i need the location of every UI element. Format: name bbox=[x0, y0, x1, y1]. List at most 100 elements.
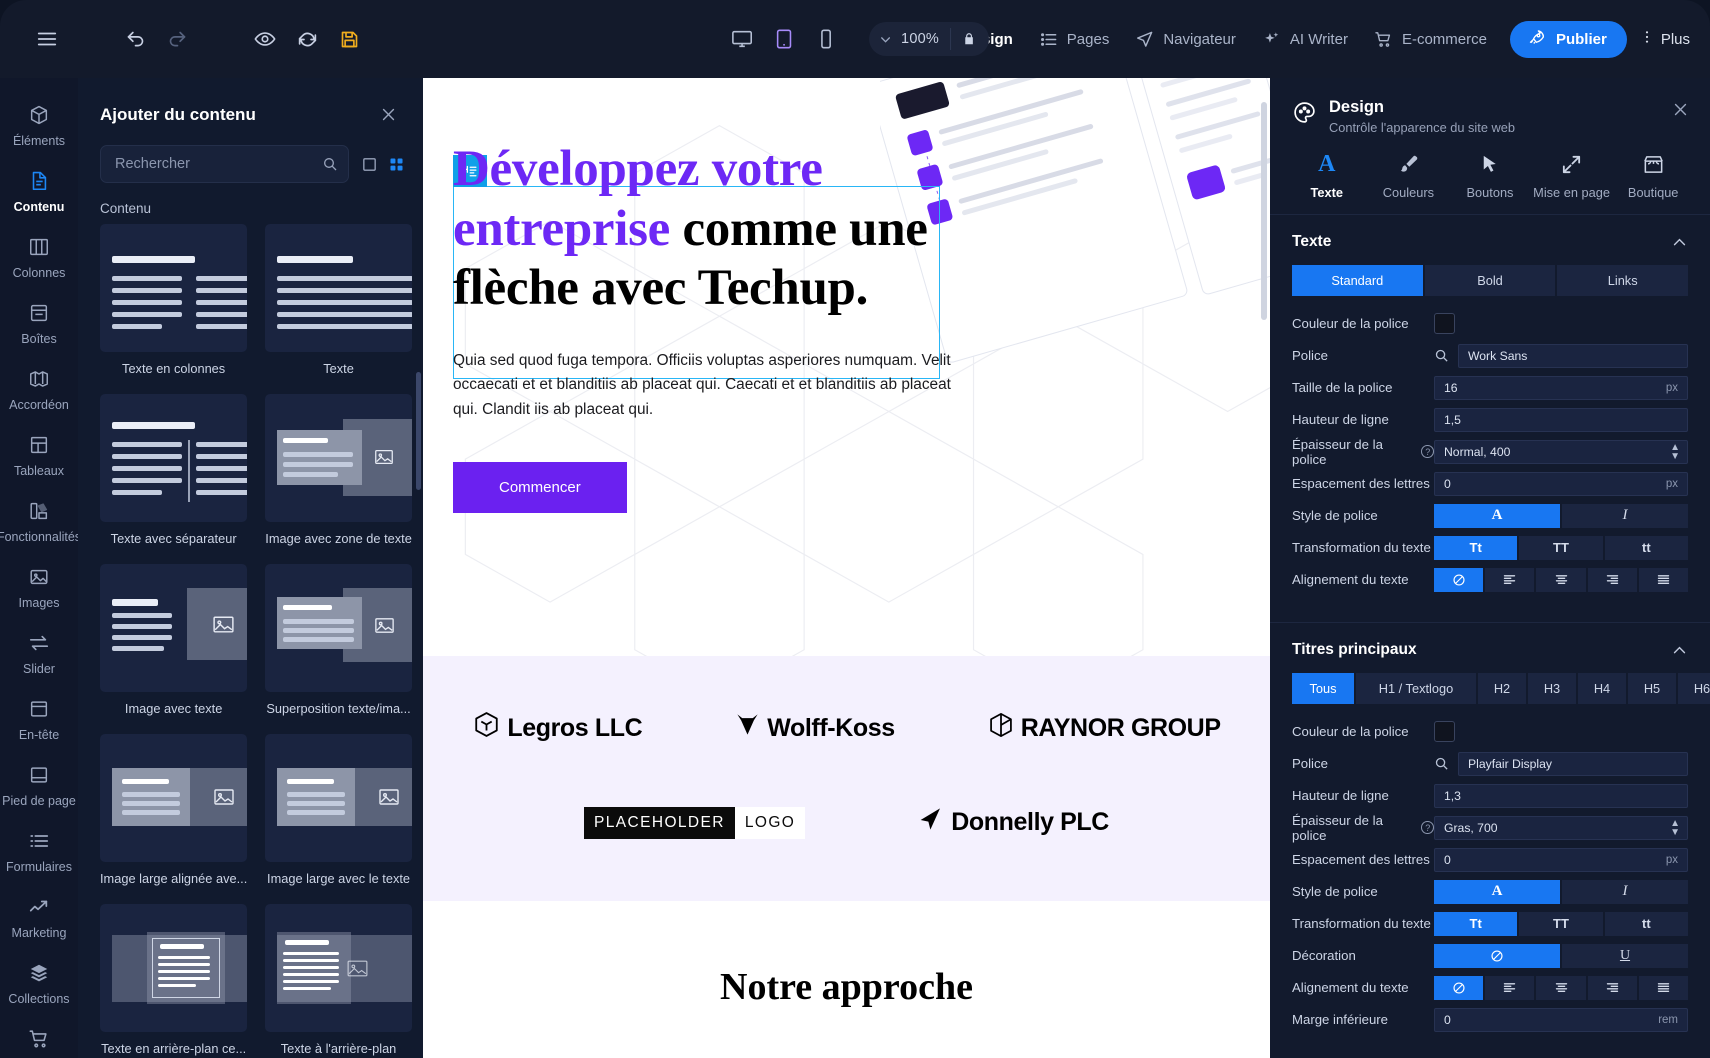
undo-icon[interactable] bbox=[114, 18, 156, 60]
heading-font-style-normal[interactable]: A bbox=[1434, 879, 1560, 904]
eye-icon[interactable] bbox=[244, 18, 286, 60]
text-tab-links[interactable]: Links bbox=[1557, 265, 1689, 296]
tab-boutique[interactable]: Boutique bbox=[1612, 151, 1694, 214]
heading-tab-h5[interactable]: H5 bbox=[1628, 673, 1676, 704]
text-tab-bold[interactable]: Bold bbox=[1424, 265, 1556, 296]
tab-mise-en-page[interactable]: Mise en page bbox=[1531, 151, 1613, 214]
canvas-scrollbar[interactable] bbox=[1261, 102, 1267, 320]
tablet-icon[interactable] bbox=[763, 18, 805, 60]
rail-item-images[interactable]: Images bbox=[0, 554, 78, 620]
font-input[interactable]: Work Sans bbox=[1458, 343, 1688, 368]
rail-item-boites[interactable]: Boîtes bbox=[0, 290, 78, 356]
nav-navigateur[interactable]: Navigateur bbox=[1122, 22, 1249, 57]
hero-paragraph[interactable]: Quia sed quod fuga tempora. Officiis vol… bbox=[441, 349, 961, 422]
chevron-up-icon[interactable] bbox=[1671, 234, 1688, 251]
desktop-icon[interactable] bbox=[721, 18, 763, 60]
heading-margin-bottom-input[interactable]: 0 rem bbox=[1434, 1007, 1688, 1032]
mobile-icon[interactable] bbox=[805, 18, 847, 60]
content-card[interactable]: Image large avec le texte bbox=[265, 734, 412, 895]
heading-align-none[interactable] bbox=[1434, 975, 1484, 1000]
letter-spacing-input[interactable]: 0 px bbox=[1434, 471, 1688, 496]
redo-icon[interactable] bbox=[156, 18, 198, 60]
grid-view-icon[interactable] bbox=[388, 156, 405, 173]
nav-ecommerce[interactable]: E-commerce bbox=[1361, 22, 1500, 57]
rail-item-entete[interactable]: En-tête bbox=[0, 686, 78, 752]
heading-transform-lowercase[interactable]: tt bbox=[1604, 911, 1688, 936]
transform-lowercase[interactable]: tt bbox=[1604, 535, 1688, 560]
heading-align-center-icon[interactable] bbox=[1536, 975, 1586, 1000]
single-column-icon[interactable] bbox=[361, 156, 378, 173]
page-canvas[interactable]: Développez votre entreprise comme une fl… bbox=[423, 78, 1270, 1058]
search-icon[interactable] bbox=[1434, 348, 1449, 363]
hero-heading[interactable]: Développez votre entreprise comme une fl… bbox=[441, 136, 941, 319]
close-icon[interactable] bbox=[1669, 98, 1692, 121]
transform-uppercase[interactable]: TT bbox=[1519, 535, 1603, 560]
lock-icon[interactable] bbox=[949, 28, 985, 50]
refresh-icon[interactable] bbox=[286, 18, 328, 60]
heading-align-justify-icon[interactable] bbox=[1638, 975, 1689, 1000]
help-icon[interactable]: ? bbox=[1421, 445, 1434, 458]
approach-heading[interactable]: Notre approche bbox=[423, 965, 1270, 1009]
heading-align-left-icon[interactable] bbox=[1485, 975, 1535, 1000]
rail-item-marketing[interactable]: Marketing bbox=[0, 884, 78, 950]
tab-couleurs[interactable]: Couleurs bbox=[1368, 151, 1450, 214]
stepper-icon[interactable]: ▲ ▼ bbox=[1670, 818, 1680, 837]
rail-item-contenu[interactable]: Contenu bbox=[0, 158, 78, 224]
font-style-normal[interactable]: A bbox=[1434, 503, 1560, 528]
rail-item-formulaires[interactable]: Formulaires bbox=[0, 818, 78, 884]
content-card[interactable]: Image large alignée ave... bbox=[100, 734, 248, 895]
content-card[interactable]: Texte en colonnes bbox=[100, 224, 248, 385]
content-card[interactable]: Texte avec séparateur bbox=[100, 394, 248, 555]
heading-align-right-icon[interactable] bbox=[1587, 975, 1637, 1000]
nav-ai-writer[interactable]: AI Writer bbox=[1249, 22, 1361, 57]
zoom-control[interactable]: 100% bbox=[869, 22, 989, 56]
heading-transform-uppercase[interactable]: TT bbox=[1519, 911, 1603, 936]
heading-font-weight-select[interactable]: Gras, 700 ▲ ▼ bbox=[1434, 815, 1688, 840]
heading-font-style-italic[interactable]: I bbox=[1562, 879, 1688, 904]
content-card[interactable]: Texte en arrière-plan ce... bbox=[100, 904, 248, 1058]
rail-item-accordeon[interactable]: Accordéon bbox=[0, 356, 78, 422]
heading-tab-h4[interactable]: H4 bbox=[1578, 673, 1626, 704]
rail-item-slider[interactable]: Slider bbox=[0, 620, 78, 686]
line-height-input[interactable]: 1,5 bbox=[1434, 407, 1688, 432]
heading-tab-tous[interactable]: Tous bbox=[1292, 673, 1354, 704]
transform-capitalize[interactable]: Tt bbox=[1434, 535, 1518, 560]
content-cards-scroll[interactable]: Texte en colonnes Texte Texte avec sépar… bbox=[78, 224, 423, 1058]
rail-item-tableaux[interactable]: Tableaux bbox=[0, 422, 78, 488]
decoration-underline[interactable]: U bbox=[1562, 943, 1688, 968]
align-right-icon[interactable] bbox=[1587, 567, 1637, 592]
heading-tab-h1[interactable]: H1 / Textlogo bbox=[1356, 673, 1476, 704]
search-input[interactable] bbox=[115, 156, 322, 172]
heading-tab-h6[interactable]: H6 bbox=[1678, 673, 1710, 704]
heading-tab-h3[interactable]: H3 bbox=[1528, 673, 1576, 704]
content-panel-scrollbar[interactable] bbox=[416, 372, 421, 490]
content-card[interactable]: Image avec texte bbox=[100, 564, 248, 725]
heading-line-height-input[interactable]: 1,3 bbox=[1434, 783, 1688, 808]
hero-cta-button[interactable]: Commencer bbox=[453, 461, 627, 513]
stepper-icon[interactable]: ▲ ▼ bbox=[1670, 442, 1680, 461]
heading-font-color-swatch[interactable] bbox=[1434, 721, 1455, 742]
chevron-down-icon[interactable] bbox=[879, 33, 892, 46]
decoration-none[interactable] bbox=[1434, 943, 1560, 968]
content-card[interactable]: Texte bbox=[265, 224, 412, 385]
align-left-icon[interactable] bbox=[1485, 567, 1535, 592]
rail-item-pied-de-page[interactable]: Pied de page bbox=[0, 752, 78, 818]
rail-item-fonctionnalites[interactable]: Fonctionnalités bbox=[0, 488, 78, 554]
close-icon[interactable] bbox=[376, 102, 401, 127]
rail-item-collections[interactable]: Collections bbox=[0, 950, 78, 1016]
font-color-swatch[interactable] bbox=[1434, 313, 1455, 334]
align-none[interactable] bbox=[1434, 567, 1484, 592]
rail-item-ecommerce[interactable]: E-commerce bbox=[0, 1016, 78, 1058]
tab-texte[interactable]: A Texte bbox=[1286, 151, 1368, 214]
heading-tab-h2[interactable]: H2 bbox=[1478, 673, 1526, 704]
chevron-up-icon[interactable] bbox=[1671, 642, 1688, 659]
search-icon[interactable] bbox=[1434, 756, 1449, 771]
align-center-icon[interactable] bbox=[1536, 567, 1586, 592]
heading-letter-spacing-input[interactable]: 0 px bbox=[1434, 847, 1688, 872]
publish-button[interactable]: Publier bbox=[1509, 20, 1627, 58]
tab-boutons[interactable]: Boutons bbox=[1449, 151, 1531, 214]
more-button[interactable]: Plus bbox=[1639, 28, 1690, 50]
content-card[interactable]: Texte à l'arrière-plan bbox=[265, 904, 412, 1058]
save-icon[interactable] bbox=[328, 18, 370, 60]
text-tab-standard[interactable]: Standard bbox=[1292, 265, 1423, 296]
